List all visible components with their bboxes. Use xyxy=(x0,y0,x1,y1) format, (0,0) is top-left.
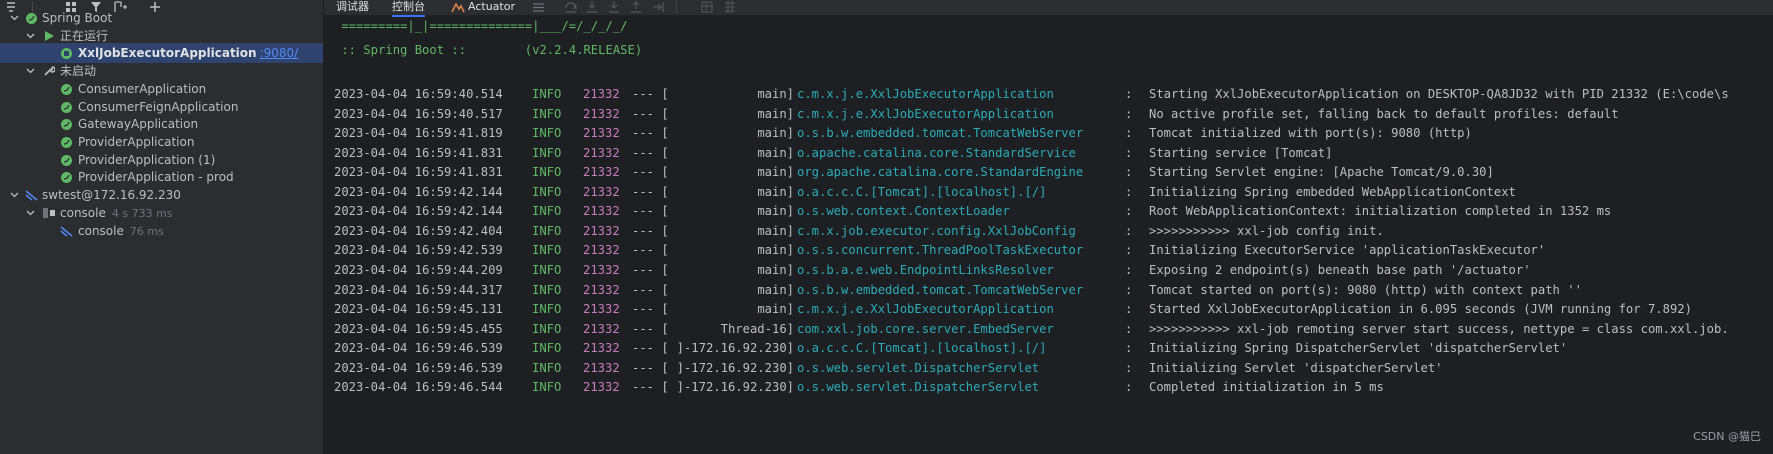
spring-banner-version: :: Spring Boot :: (v2.2.4.RELEASE) xyxy=(334,43,643,57)
tree-node-label: ProviderApplication - prod xyxy=(78,170,234,184)
tab-console[interactable]: 控制台 xyxy=(392,0,425,17)
tree-node-console-group[interactable]: console 4 s 733 ms xyxy=(0,203,323,223)
log-thread: ]-172.16.92.230] xyxy=(676,380,794,395)
tree-node-swtest[interactable]: swtest@172.16.92.230 xyxy=(0,185,323,205)
tree-node-label: console xyxy=(60,206,106,220)
tree-node-label: XxlJobExecutorApplication xyxy=(78,46,257,60)
force-step-icon[interactable] xyxy=(607,0,621,14)
chevron-down-icon[interactable] xyxy=(24,203,36,223)
tree-node-label: ProviderApplication xyxy=(78,135,195,149)
wrench-icon xyxy=(42,61,56,81)
log-line: 2023-04-04 16:59:46.544 INFO 21332 --- [ o.s… xyxy=(334,376,1773,398)
step-over-icon[interactable] xyxy=(564,0,578,14)
tree-node-console[interactable]: console 76 ms xyxy=(0,221,323,241)
ssh-console-icon xyxy=(59,221,73,241)
tab-actuator-label: Actuator xyxy=(468,0,515,13)
menu-icon[interactable] xyxy=(531,0,545,14)
tree-node-xxljob-executor[interactable]: XxlJobExecutorApplication:9080/ xyxy=(0,43,323,63)
tree-node-label: GatewayApplication xyxy=(78,117,199,131)
log-message: Completed initialization in 5 ms xyxy=(1149,380,1384,395)
tree-node-provider-prod[interactable]: ProviderApplication - prod xyxy=(0,167,323,187)
tree-node-spring-boot[interactable]: Spring Boot xyxy=(0,8,323,28)
console-output[interactable]: =========|_|==============|___/=/_/_/_/ … xyxy=(334,16,1773,454)
tree-node-label: ConsumerApplication xyxy=(78,82,207,96)
tree-node-gateway[interactable]: GatewayApplication xyxy=(0,114,323,134)
actuator-icon xyxy=(451,1,465,17)
watermark: CSDN @猫巳 xyxy=(1693,430,1761,443)
log-logger: o.s.web.servlet.DispatcherServlet xyxy=(797,380,1040,395)
frames-icon[interactable] xyxy=(700,0,714,14)
tab-actuator[interactable]: Actuator xyxy=(451,0,515,15)
threads-icon[interactable] xyxy=(723,0,737,14)
tree-node-label: Spring Boot xyxy=(42,11,113,25)
duration-label: 76 ms xyxy=(129,225,164,238)
step-out-icon[interactable] xyxy=(629,0,643,14)
run-to-cursor-icon[interactable] xyxy=(651,0,665,14)
log-level: INFO xyxy=(532,380,562,395)
port-link[interactable]: :9080/ xyxy=(260,46,299,60)
spring-boot-icon xyxy=(59,79,73,99)
console-group-icon xyxy=(42,203,56,223)
toolbar-separator xyxy=(674,0,680,14)
tree-node-provider[interactable]: ProviderApplication xyxy=(0,132,323,152)
log-timestamp: 2023-04-04 16:59:46.544 xyxy=(334,380,503,395)
spring-boot-icon xyxy=(59,132,73,152)
log-colon: : xyxy=(1125,380,1133,395)
spring-boot-icon xyxy=(59,167,73,187)
run-console-panel: 调试器 控制台 Actuator =========|_|===========… xyxy=(324,0,1773,454)
log-separator: --- [ xyxy=(632,380,669,395)
tab-debugger[interactable]: 调试器 xyxy=(336,0,369,15)
tree-node-label: 未启动 xyxy=(60,64,97,78)
chevron-down-icon[interactable] xyxy=(8,185,20,205)
spring-boot-icon xyxy=(24,8,38,28)
services-panel: Spring Boot 正在运行 XxlJobExecutorApplicati… xyxy=(0,0,324,454)
tree-node-label: swtest@172.16.92.230 xyxy=(42,188,181,202)
tree-node-label: console xyxy=(78,224,124,238)
spring-banner-line: =========|_|==============|___/=/_/_/_/ xyxy=(334,19,628,33)
spring-boot-icon xyxy=(59,114,73,134)
step-into-icon[interactable] xyxy=(585,0,599,14)
log-pid: 21332 xyxy=(583,380,620,395)
ssh-connection-icon xyxy=(24,185,38,205)
duration-label: 4 s 733 ms xyxy=(111,207,173,220)
tree-node-not-started[interactable]: 未启动 xyxy=(0,61,323,81)
console-tab-bar: 调试器 控制台 Actuator xyxy=(324,0,1773,17)
tree-node-consumer[interactable]: ConsumerApplication xyxy=(0,79,323,99)
spring-app-running-icon xyxy=(59,43,73,63)
chevron-down-icon[interactable] xyxy=(24,61,36,81)
chevron-down-icon[interactable] xyxy=(8,8,20,28)
